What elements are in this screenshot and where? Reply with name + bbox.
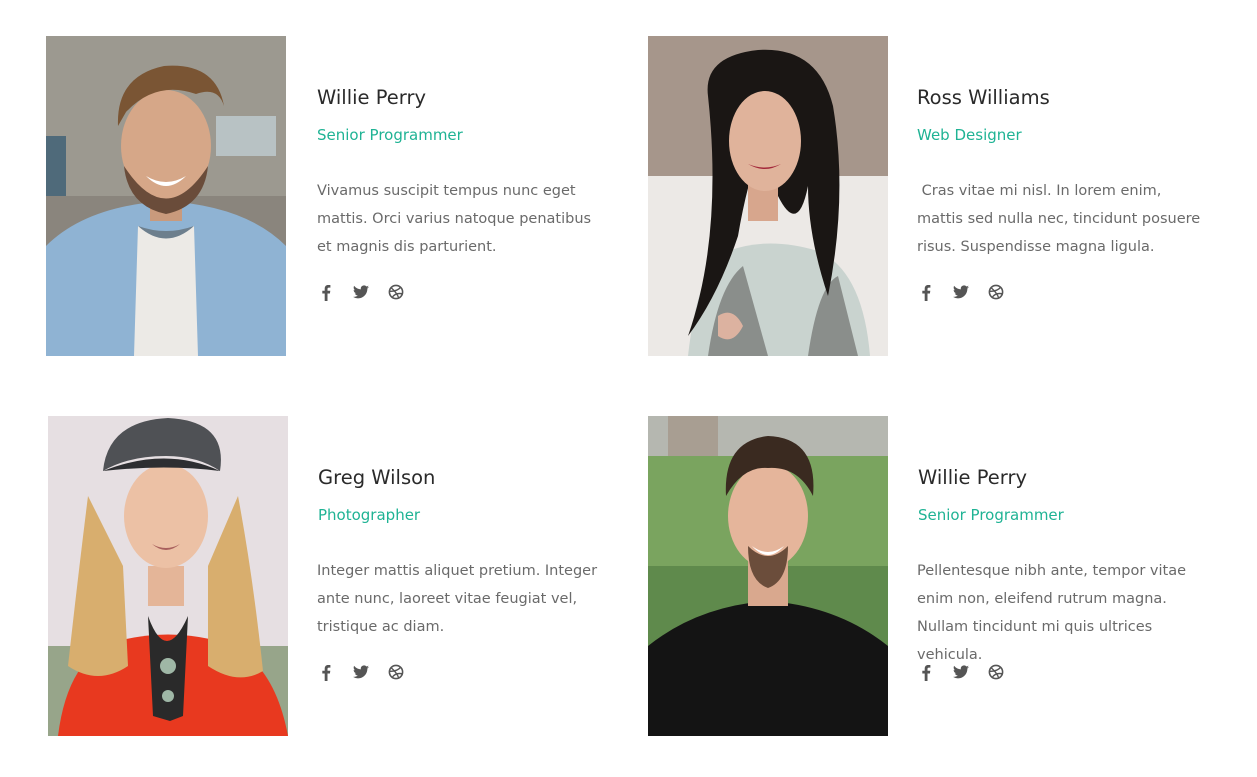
team-card: Ross Williams Web Designer Cras vitae mi… [648,36,1208,356]
facebook-icon[interactable] [917,663,935,681]
member-name: Willie Perry [317,86,427,109]
social-links [317,283,405,301]
twitter-icon[interactable] [352,663,370,681]
dribbble-icon[interactable] [987,283,1005,301]
member-photo [48,416,288,736]
member-photo [648,416,888,736]
member-photo-image [648,36,888,356]
member-photo-image [48,416,288,736]
member-name: Greg Wilson [318,466,436,489]
member-bio: Cras vitae mi nisl. In lorem enim, matti… [917,183,1205,255]
twitter-icon[interactable] [952,283,970,301]
member-bio: Pellentesque nibh ante, tempor vitae eni… [917,563,1187,663]
team-card: Willie Perry Senior Programmer Pellentes… [648,416,1208,736]
dribbble-icon[interactable] [987,663,1005,681]
dribbble-icon[interactable] [387,663,405,681]
team-card: Willie Perry Senior Programmer Vivamus s… [46,36,606,356]
social-links [317,663,405,681]
member-photo [46,36,286,356]
facebook-icon[interactable] [317,663,335,681]
dribbble-icon[interactable] [387,283,405,301]
member-photo-image [46,36,286,356]
member-role: Web Designer [917,126,1022,144]
member-bio: Integer mattis aliquet pretium. Integer … [317,563,598,635]
member-bio: Vivamus suscipit tempus nunc eget mattis… [317,183,592,255]
member-photo [648,36,888,356]
member-role: Senior Programmer [317,126,463,144]
member-name: Ross Williams [917,86,1050,109]
member-role: Photographer [318,506,421,524]
member-name: Willie Perry [918,466,1028,489]
member-role: Senior Programmer [918,506,1064,524]
team-card: Greg Wilson Photographer Integer mattis … [48,416,608,736]
twitter-icon[interactable] [352,283,370,301]
facebook-icon[interactable] [317,283,335,301]
social-links [917,663,1005,681]
twitter-icon[interactable] [952,663,970,681]
social-links [917,283,1005,301]
member-photo-image [648,416,888,736]
facebook-icon[interactable] [917,283,935,301]
